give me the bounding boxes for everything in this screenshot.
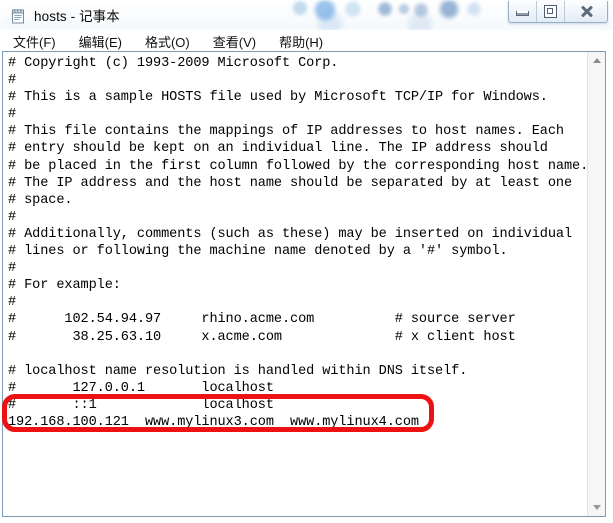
- minimize-button[interactable]: [509, 1, 537, 22]
- menu-bar: 文件(F) 编辑(E) 格式(O) 查看(V) 帮助(H): [0, 30, 613, 52]
- text-editor[interactable]: # Copyright (c) 1993-2009 Microsoft Corp…: [3, 52, 587, 516]
- menu-item-file[interactable]: 文件(F): [11, 31, 58, 52]
- scroll-down-arrow-icon: [592, 505, 601, 510]
- scroll-down-button[interactable]: [588, 499, 605, 516]
- restore-icon: [544, 5, 557, 18]
- notepad-window: hosts - 记事本 文件(F) 编辑(E) 格式(O) 查看(V) 帮助(H…: [0, 0, 613, 523]
- menu-item-format[interactable]: 格式(O): [143, 31, 192, 52]
- restore-button[interactable]: [537, 1, 565, 22]
- title-bar[interactable]: hosts - 记事本: [0, 0, 613, 30]
- window-title: hosts - 记事本: [34, 9, 120, 24]
- window-controls: [508, 1, 608, 23]
- minimize-icon: [516, 11, 529, 16]
- text-editor-frame: # Copyright (c) 1993-2009 Microsoft Corp…: [2, 51, 606, 517]
- menu-item-view[interactable]: 查看(V): [211, 31, 258, 52]
- menu-item-edit[interactable]: 编辑(E): [77, 31, 124, 52]
- close-icon: [580, 5, 593, 18]
- menu-item-help[interactable]: 帮助(H): [277, 31, 325, 52]
- close-button[interactable]: [565, 1, 607, 22]
- vertical-scrollbar[interactable]: [587, 52, 605, 516]
- scroll-up-button[interactable]: [588, 52, 605, 69]
- notepad-icon: [10, 8, 26, 24]
- scroll-up-arrow-icon: [592, 58, 601, 63]
